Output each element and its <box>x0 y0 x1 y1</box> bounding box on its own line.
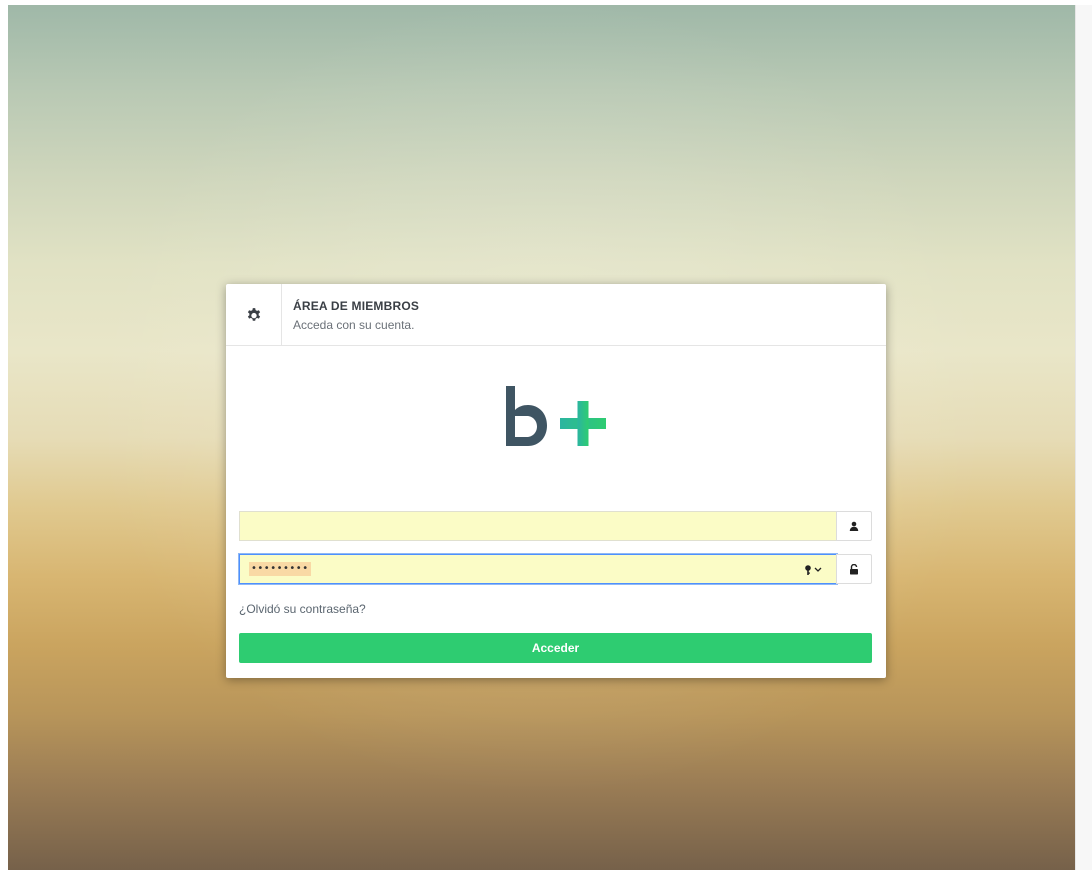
unlock-icon <box>850 563 858 574</box>
user-icon <box>849 521 859 531</box>
username-addon <box>836 511 872 541</box>
settings-icon-box <box>226 284 282 345</box>
gear-icon <box>247 307 260 321</box>
header-subtitle: Acceda con su cuenta. <box>293 318 415 332</box>
password-addon <box>836 554 872 584</box>
password-row: ••••••••• <box>239 554 872 584</box>
forgot-password-link[interactable]: ¿Olvidó su contraseña? <box>239 602 366 616</box>
login-button[interactable]: Acceder <box>239 633 872 663</box>
key-icon[interactable] <box>804 563 824 577</box>
window-edge <box>1075 5 1092 870</box>
password-field-wrapper[interactable]: ••••••••• <box>239 554 837 584</box>
username-field-wrapper <box>239 511 838 541</box>
password-input[interactable]: ••••••••• <box>249 562 311 576</box>
brand-logo <box>506 386 606 446</box>
username-input[interactable] <box>240 512 837 540</box>
header-title: ÁREA DE MIEMBROS <box>293 299 420 313</box>
card-header: ÁREA DE MIEMBROS Acceda con su cuenta. <box>226 284 886 346</box>
login-card: ÁREA DE MIEMBROS Acceda con su cuenta. •… <box>226 284 886 678</box>
username-row <box>239 511 872 541</box>
